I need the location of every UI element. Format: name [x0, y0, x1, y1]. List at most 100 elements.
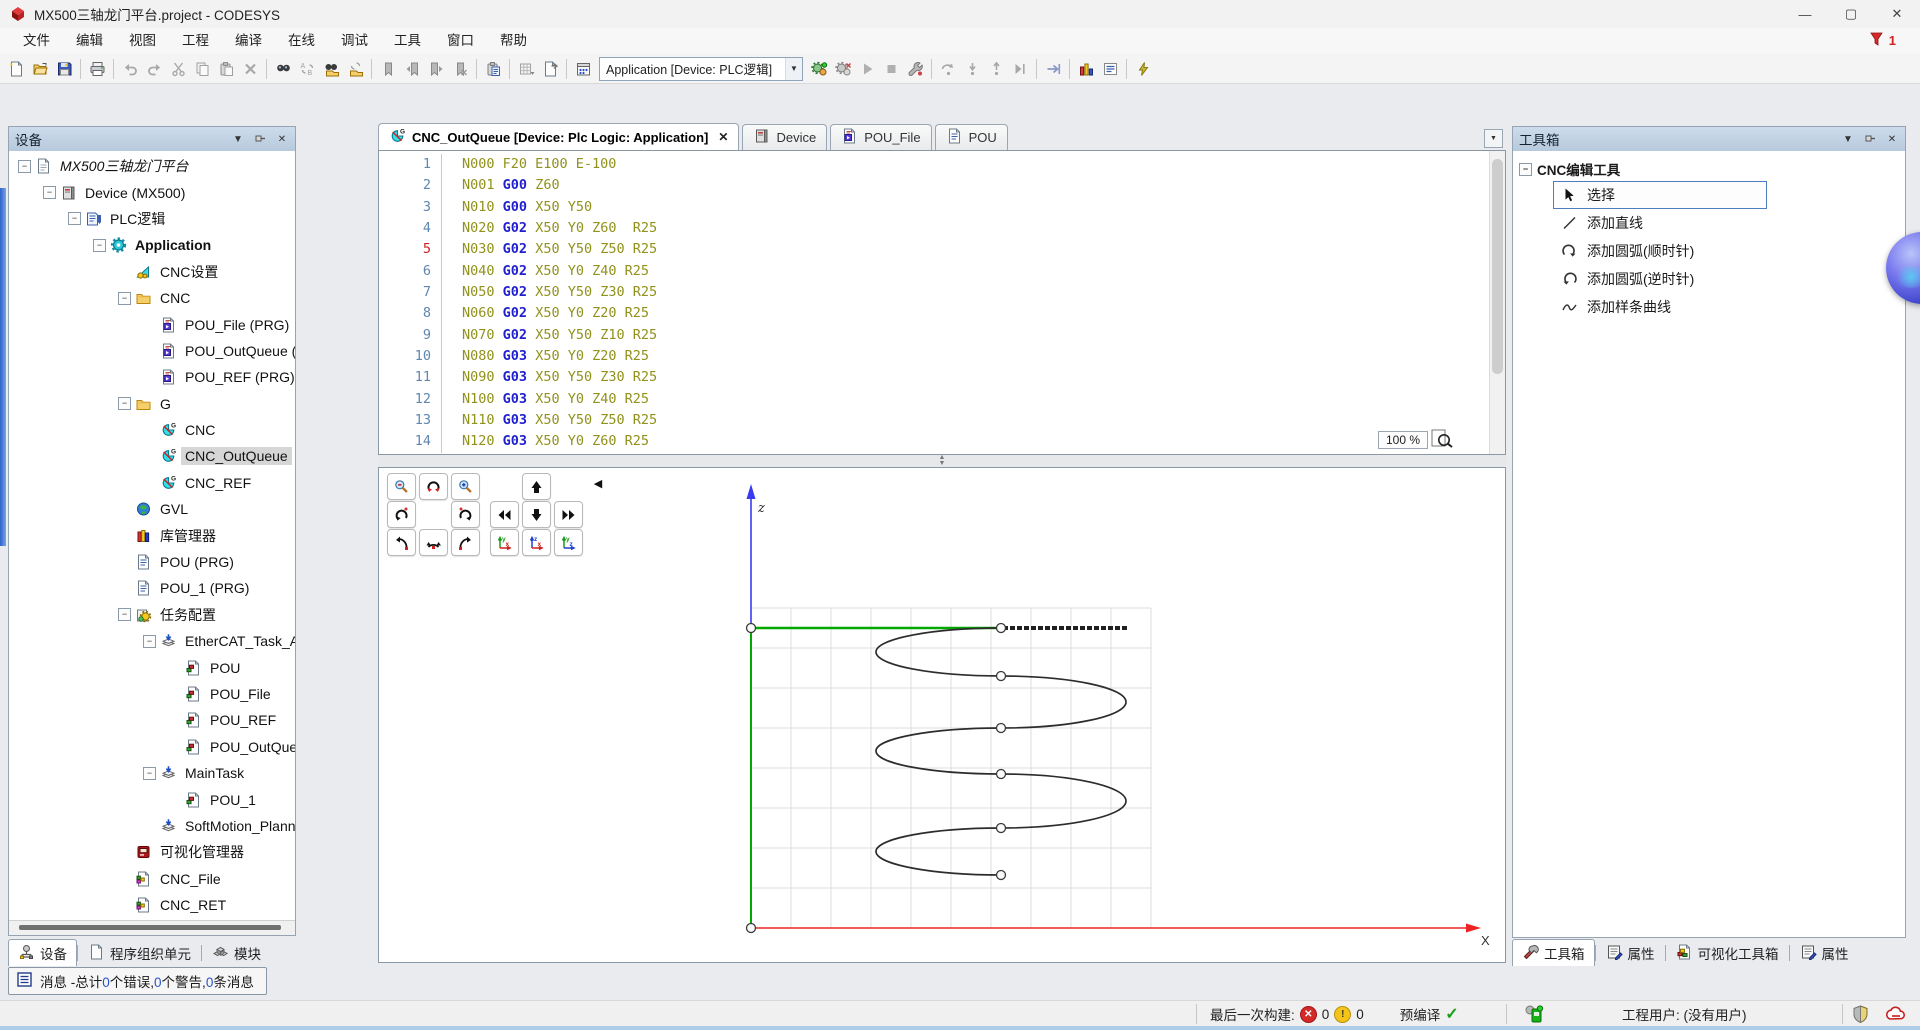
force-values-button[interactable]	[1042, 58, 1064, 80]
cut-button[interactable]	[167, 58, 189, 80]
panel-menu-icon[interactable]: ▼	[231, 132, 245, 146]
login-button[interactable]	[808, 58, 830, 80]
pin-icon[interactable]	[1863, 132, 1877, 146]
menu-item-1[interactable]: 文件	[10, 28, 63, 54]
display-mode-button[interactable]	[1075, 58, 1097, 80]
print-button[interactable]	[86, 58, 108, 80]
gcode-text-area[interactable]: 1N000 F20 E100 E-1002N001 G00 Z603N010 G…	[379, 151, 1505, 454]
toolbox-item-spline-tool[interactable]: 添加样条曲线	[1553, 293, 1905, 321]
path-node-handle[interactable]	[997, 724, 1006, 733]
path-node-handle[interactable]	[997, 770, 1006, 779]
tree-item-pou[interactable]: POU	[9, 654, 295, 680]
close-button[interactable]: ✕	[1874, 0, 1920, 28]
editor-tab-pou_file[interactable]: POU_File	[830, 124, 931, 150]
bookmark-next-button[interactable]	[425, 58, 447, 80]
tree-item--[interactable]: −任务配置	[9, 602, 295, 628]
tree-item-cnc[interactable]: −CNC	[9, 285, 295, 311]
arc-ccw-button[interactable]	[387, 529, 416, 556]
tree-item--[interactable]: 库管理器	[9, 522, 295, 548]
undo-button[interactable]	[119, 58, 141, 80]
close-icon[interactable]: ✕	[275, 132, 289, 146]
menu-item-3[interactable]: 视图	[116, 28, 169, 54]
gcode-line[interactable]: 1N000 F20 E100 E-100	[379, 154, 1505, 175]
tree-item-pou_ref-prg-[interactable]: POU_REF (PRG)	[9, 364, 295, 390]
toolbox-item-line-tool[interactable]: 添加直线	[1553, 209, 1905, 237]
tree-item-pou_file[interactable]: POU_File	[9, 681, 295, 707]
gcode-line[interactable]: 7N050 G02 X50 Y50 Z30 R25	[379, 282, 1505, 303]
tree-item--[interactable]: 可视化管理器	[9, 839, 295, 865]
minimize-button[interactable]: —	[1782, 0, 1828, 28]
menu-item-7[interactable]: 调试	[328, 28, 381, 54]
menu-item-6[interactable]: 在线	[275, 28, 328, 54]
tree-expander-icon[interactable]: −	[117, 607, 132, 622]
zoom-out-button[interactable]	[387, 473, 416, 500]
alarm-icon[interactable]	[1886, 1001, 1906, 1027]
paste-button[interactable]	[215, 58, 237, 80]
arc-cw-button[interactable]	[451, 529, 480, 556]
toolbox-item-select-arrow[interactable]: 选择	[1553, 181, 1767, 209]
build-button[interactable]	[572, 58, 594, 80]
tree-item-cnc_outqueue[interactable]: GCNC_OutQueue	[9, 443, 295, 469]
move-up-button[interactable]	[522, 473, 551, 500]
editor-tab-pou[interactable]: POU	[935, 124, 1008, 150]
pin-icon[interactable]	[253, 132, 267, 146]
safety-shield-icon[interactable]	[1852, 1001, 1869, 1027]
gcode-line[interactable]: 3N010 G00 X50 Y50	[379, 197, 1505, 218]
menu-item-2[interactable]: 编辑	[63, 28, 116, 54]
tree-item-application[interactable]: −Application	[9, 232, 295, 258]
move-right-button[interactable]	[554, 501, 583, 528]
path-nodes[interactable]	[747, 624, 1006, 933]
tree-item-pou_outqueue[interactable]: POU_OutQueue	[9, 734, 295, 760]
active-application-selector[interactable]: Application [Device: PLC逻辑] ▼	[599, 57, 803, 81]
message-bar[interactable]: 消息 -总计0个错误,0个警告,0条消息	[8, 967, 267, 995]
gcode-line[interactable]: 4N020 G02 X50 Y0 Z60 R25	[379, 218, 1505, 239]
view-tab-prop-tab[interactable]: 属性	[1790, 939, 1859, 966]
copy-button[interactable]	[191, 58, 213, 80]
zoom-in-button[interactable]	[451, 473, 480, 500]
tree-item-mx500-[interactable]: −MX500三轴龙门平台	[9, 153, 295, 179]
run-button[interactable]	[856, 58, 878, 80]
tree-expander-icon[interactable]: −	[142, 766, 157, 781]
step-over-button[interactable]	[937, 58, 959, 80]
delete-button[interactable]	[239, 58, 261, 80]
gcode-line[interactable]: 6N040 G02 X50 Y0 Z40 R25	[379, 261, 1505, 282]
bookmark-prev-button[interactable]	[401, 58, 423, 80]
gcode-line[interactable]: 12N100 G03 X50 Y0 Z40 R25	[379, 389, 1505, 410]
rotate-left-button[interactable]	[387, 501, 416, 528]
editor-tab-device[interactable]: Device	[742, 124, 827, 150]
menu-item-10[interactable]: 帮助	[487, 28, 540, 54]
editor-vertical-scrollbar[interactable]	[1489, 151, 1505, 454]
stop-button[interactable]	[880, 58, 902, 80]
path-node-handle[interactable]	[747, 924, 756, 933]
gcode-line[interactable]: 8N060 G02 X50 Y0 Z20 R25	[379, 303, 1505, 324]
gcode-line[interactable]: 10N080 G03 X50 Y0 Z20 R25	[379, 346, 1505, 367]
tree-item-ethercat_task_a[interactable]: −EtherCAT_Task_A	[9, 628, 295, 654]
tree-expander-icon[interactable]: −	[42, 185, 57, 200]
grid-options-button[interactable]	[515, 58, 537, 80]
new-project-button[interactable]	[5, 58, 27, 80]
gcode-line[interactable]: 14N120 G03 X50 Y0 Z60 R25	[379, 431, 1505, 452]
gcode-line[interactable]: 13N110 G03 X50 Y50 Z50 R25	[379, 410, 1505, 431]
open-project-button[interactable]	[29, 58, 51, 80]
tree-item-cnc_ref[interactable]: GCNC_REF	[9, 470, 295, 496]
gcode-line[interactable]: 5N030 G02 X50 Y50 Z50 R25	[379, 239, 1505, 260]
tree-item-pou_ref[interactable]: POU_REF	[9, 707, 295, 733]
menu-item-4[interactable]: 工程	[169, 28, 222, 54]
find-in-project-button[interactable]	[320, 58, 342, 80]
tree-expander-icon[interactable]: −	[117, 291, 132, 306]
path-node-handle[interactable]	[997, 672, 1006, 681]
move-down-button[interactable]	[522, 501, 551, 528]
tree-item-cnc-[interactable]: CNC设置	[9, 259, 295, 285]
path-node-handle[interactable]	[997, 871, 1006, 880]
tree-item-pou_file-prg-[interactable]: POU_File (PRG)	[9, 311, 295, 337]
view-yx-plane-button[interactable]: yx	[490, 529, 519, 556]
tree-item-gvl[interactable]: GVL	[9, 496, 295, 522]
tab-list-dropdown[interactable]: ▼	[1484, 129, 1503, 148]
tree-item-g[interactable]: −G	[9, 391, 295, 417]
bookmark-toggle-button[interactable]	[377, 58, 399, 80]
tree-item-cnc_file[interactable]: CNC_File	[9, 866, 295, 892]
logout-button[interactable]	[832, 58, 854, 80]
panel-menu-icon[interactable]: ▼	[1841, 132, 1855, 146]
maximize-button[interactable]: ▢	[1828, 0, 1874, 28]
flow-control-button[interactable]	[1132, 58, 1154, 80]
